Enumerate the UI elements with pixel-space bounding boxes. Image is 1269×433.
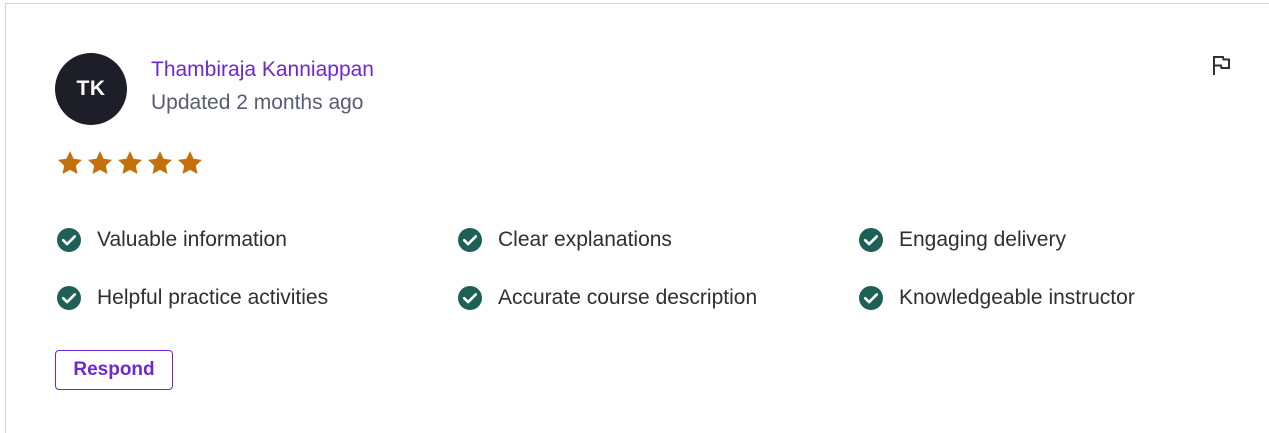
star-icon: [87, 151, 113, 174]
review-tag-label: Accurate course description: [498, 286, 758, 309]
check-circle-icon: [57, 228, 81, 252]
flag-icon[interactable]: [1208, 52, 1234, 78]
check-circle-icon: [859, 286, 883, 310]
review-tag: Valuable information: [56, 226, 287, 254]
review-tag-label: Valuable information: [97, 228, 287, 251]
avatar-initials: TK: [76, 77, 106, 100]
review-updated-time: Updated 2 months ago: [151, 91, 364, 114]
star-rating: [56, 149, 204, 177]
review-tag: Knowledgeable instructor: [858, 284, 1135, 312]
check-circle-icon: [859, 228, 883, 252]
review-tag-label: Helpful practice activities: [97, 286, 329, 309]
check-circle-icon: [458, 228, 482, 252]
review-tag-label: Engaging delivery: [899, 228, 1066, 251]
avatar: TK: [55, 53, 127, 125]
check-circle-icon: [458, 286, 482, 310]
star-icon: [147, 151, 173, 174]
review-tags: Valuable information Clear explanations …: [56, 226, 1266, 346]
review-tag: Clear explanations: [457, 226, 672, 254]
star-icon: [57, 151, 83, 174]
review-tag-label: Clear explanations: [498, 228, 672, 251]
star-icon: [117, 151, 143, 174]
review-tag-label: Knowledgeable instructor: [899, 286, 1135, 309]
review-card: TK Thambiraja Kanniappan Updated 2 month…: [5, 3, 1269, 433]
review-tag: Engaging delivery: [858, 226, 1066, 254]
respond-button[interactable]: Respond: [55, 350, 173, 390]
check-circle-icon: [57, 286, 81, 310]
reviewer-name[interactable]: Thambiraja Kanniappan: [151, 57, 374, 83]
review-tag: Helpful practice activities: [56, 284, 328, 312]
star-icon: [177, 151, 203, 174]
review-tag: Accurate course description: [457, 284, 757, 312]
